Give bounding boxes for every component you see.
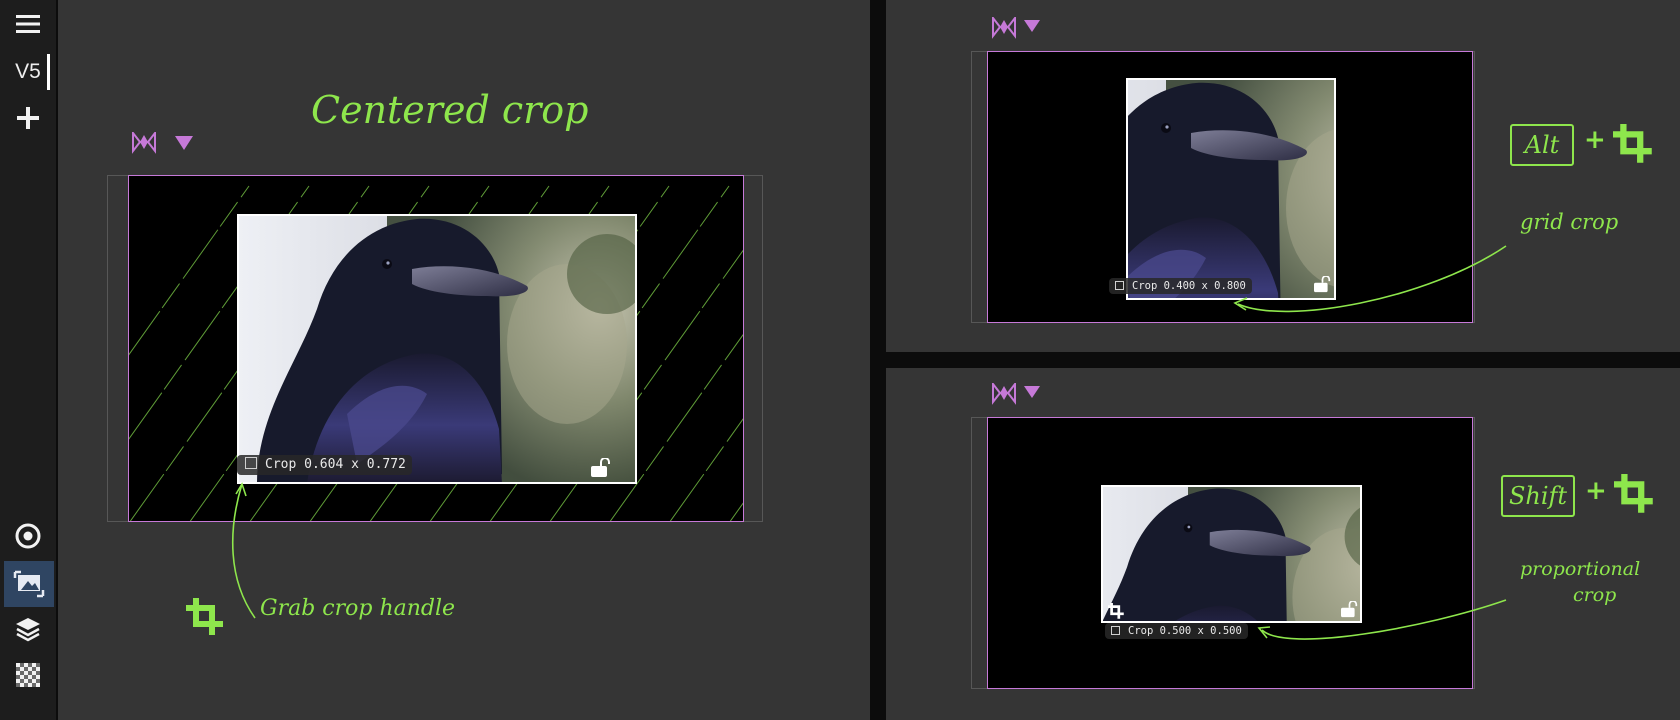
raven-image	[1128, 80, 1334, 298]
proportional-annotation-line2: crop	[1573, 584, 1617, 606]
resize-handle-icon[interactable]	[245, 457, 257, 469]
raven-image	[239, 216, 635, 482]
dropdown-triangle-icon[interactable]	[1024, 386, 1040, 398]
version-label: V5	[15, 60, 41, 83]
grid-crop-annotation: grid crop	[1520, 210, 1619, 234]
crop-region[interactable]	[1126, 78, 1336, 300]
mirror-icon[interactable]	[992, 17, 1018, 43]
proportional-annotation-line1: proportional	[1520, 558, 1641, 580]
layers-icon[interactable]	[0, 612, 56, 646]
canvas-frame: Crop 0.400 x 0.800	[987, 51, 1473, 323]
lock-icon[interactable]	[1313, 275, 1332, 298]
crop-label-text: Crop 0.500 x 0.500	[1128, 625, 1242, 637]
crop-tool-icon	[186, 598, 226, 642]
alt-key: Alt	[1510, 124, 1574, 166]
plus-sign: +	[1584, 125, 1606, 155]
crop-image-icon[interactable]	[4, 561, 54, 607]
plus-sign: +	[1585, 476, 1607, 506]
canvas-frame: Crop 0.604 x 0.772	[128, 175, 744, 522]
grab-annotation: Grab crop handle	[260, 596, 456, 621]
crop-label: Crop 0.500 x 0.500	[1105, 623, 1248, 639]
menu-icon[interactable]	[0, 8, 56, 40]
crop-tool-small-icon[interactable]	[1106, 601, 1124, 621]
proportional-crop-viewport: Crop 0.500 x 0.500 Shift + proportional …	[886, 368, 1680, 720]
resize-handle-icon[interactable]	[1111, 626, 1120, 635]
crop-label-text: Crop 0.604 x 0.772	[265, 457, 406, 472]
dropdown-triangle-icon[interactable]	[175, 136, 193, 150]
crop-label: Crop 0.400 x 0.800	[1109, 278, 1252, 294]
crop-label: Crop 0.604 x 0.772	[237, 455, 412, 475]
canvas-frame: Crop 0.500 x 0.500	[987, 417, 1473, 689]
crop-region[interactable]	[237, 214, 637, 484]
main-viewport: Centered crop Crop 0.604 x 0.772 Grab cr…	[58, 0, 870, 720]
add-icon[interactable]	[0, 104, 56, 132]
mirror-icon[interactable]	[992, 383, 1018, 409]
mirror-icon[interactable]	[132, 132, 158, 158]
crop-region[interactable]	[1101, 485, 1362, 623]
version-tab[interactable]: V5	[0, 52, 56, 92]
target-icon[interactable]	[0, 520, 56, 552]
title-annotation: Centered crop	[311, 88, 589, 132]
crop-label-text: Crop 0.400 x 0.800	[1132, 280, 1246, 292]
checkerboard-icon[interactable]	[0, 660, 56, 690]
shift-key: Shift	[1501, 475, 1575, 517]
grid-crop-viewport: Crop 0.400 x 0.800 Alt + grid crop	[886, 0, 1680, 352]
sidebar: V5	[0, 0, 56, 720]
crop-tool-icon	[1614, 474, 1656, 520]
dropdown-triangle-icon[interactable]	[1024, 20, 1040, 32]
resize-handle-icon[interactable]	[1115, 281, 1124, 290]
lock-icon[interactable]	[1340, 600, 1359, 621]
raven-image	[1103, 487, 1360, 621]
crop-tool-icon	[1613, 124, 1655, 170]
active-indicator	[47, 54, 50, 90]
lock-icon[interactable]	[590, 457, 611, 482]
